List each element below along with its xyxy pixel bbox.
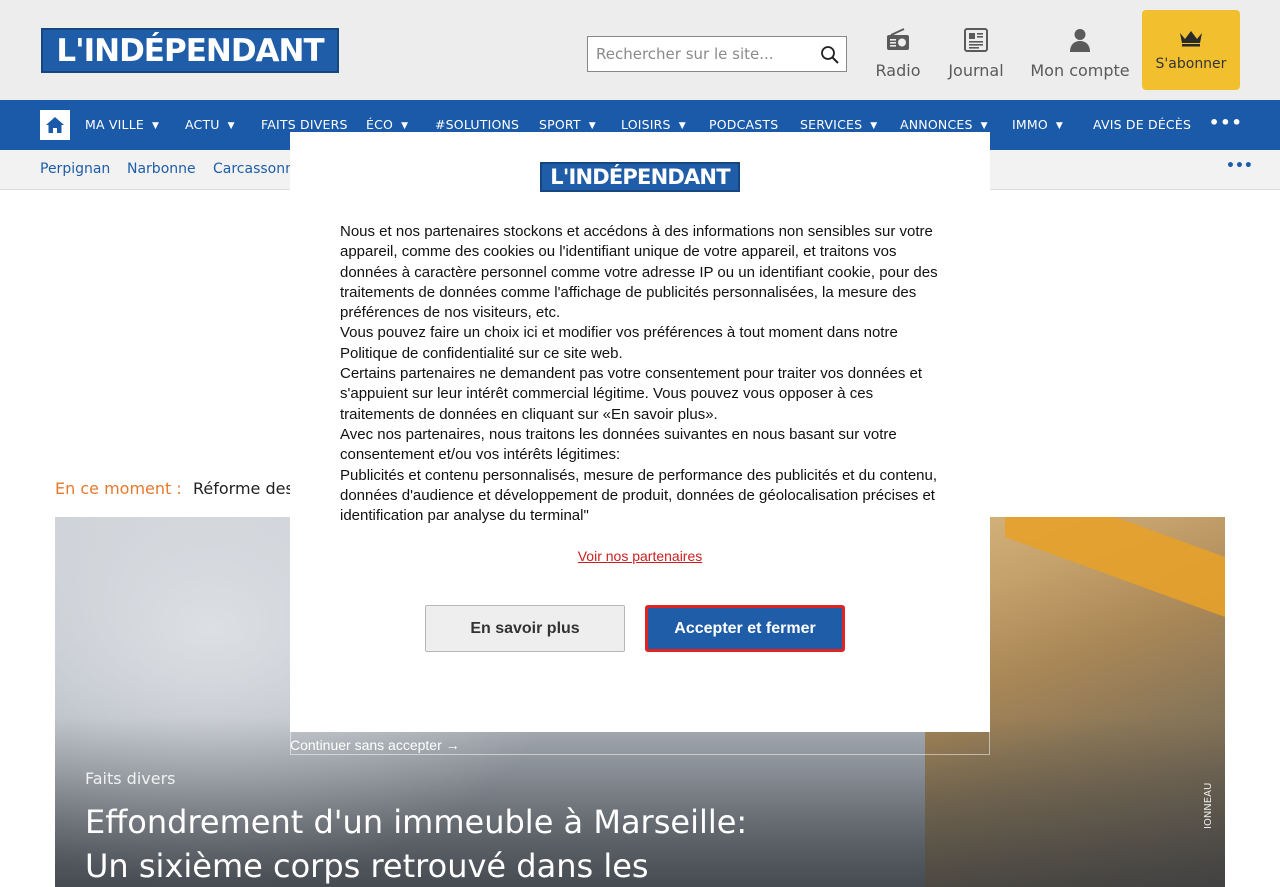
home-button[interactable] xyxy=(40,110,70,140)
nav-label: IMMO xyxy=(1012,117,1048,132)
caret-down-icon: ▼ xyxy=(870,121,878,131)
nav-item-services[interactable]: SERVICES ▼ xyxy=(800,117,877,132)
caret-down-icon: ▼ xyxy=(151,121,160,131)
search-button[interactable] xyxy=(820,45,840,65)
nav-item-podcasts[interactable]: PODCASTS xyxy=(709,117,778,132)
hero-title[interactable]: Effondrement d'un immeuble à Marseille: … xyxy=(85,800,785,887)
account-link[interactable]: Mon compte xyxy=(1030,26,1130,86)
radio-icon xyxy=(887,28,909,50)
newspaper-icon xyxy=(964,28,988,52)
search-icon xyxy=(821,46,839,64)
nav-item-annonces[interactable]: ANNONCES ▼ xyxy=(900,117,988,132)
nav-item-faits-divers[interactable]: FAITS DIVERS xyxy=(261,117,348,132)
partners-link-text[interactable]: Voir nos partenaires xyxy=(578,548,703,564)
hero-category[interactable]: Faits divers xyxy=(85,769,176,788)
nav-label: SPORT xyxy=(539,117,581,132)
consent-modal: L'INDÉPENDANT Nous et nos partenaires st… xyxy=(290,132,990,732)
nav-item-actu[interactable]: ACTU ▼ xyxy=(185,117,235,132)
learn-more-button[interactable]: En savoir plus xyxy=(425,605,625,652)
radio-link[interactable]: Radio xyxy=(875,26,921,86)
caret-down-icon: ▼ xyxy=(1055,121,1064,131)
journal-link[interactable]: Journal xyxy=(948,26,1004,86)
consent-logo: L'INDÉPENDANT xyxy=(540,162,740,192)
nav-more-icon[interactable]: ••• xyxy=(1209,113,1243,132)
nav-item-solutions[interactable]: #SOLUTIONS xyxy=(435,117,519,132)
caret-down-icon: ▼ xyxy=(227,121,235,131)
radio-label: Radio xyxy=(875,61,921,80)
trending-topic[interactable]: Réforme des xyxy=(193,479,294,498)
photo-credit: IONNEAU xyxy=(1203,782,1214,829)
crown-icon xyxy=(1180,31,1202,47)
accept-close-button[interactable]: Accepter et fermer xyxy=(645,605,845,652)
search-input[interactable] xyxy=(588,37,813,71)
site-header: L'INDÉPENDANT Radio xyxy=(0,0,1280,100)
consent-paragraph: Vous pouvez faire un choix ici et modifi… xyxy=(340,324,898,362)
journal-label: Journal xyxy=(948,61,1004,80)
caret-down-icon: ▼ xyxy=(980,121,988,131)
site-logo-text: L'INDÉPENDANT xyxy=(56,32,324,69)
consent-paragraph: Nous et nos partenaires stockons et accé… xyxy=(340,223,938,322)
consent-logo-text: L'INDÉPENDANT xyxy=(550,165,730,189)
partners-link[interactable]: Voir nos partenaires xyxy=(290,548,990,564)
subscribe-button[interactable]: S'abonner xyxy=(1142,10,1240,90)
home-icon xyxy=(46,117,64,133)
nav-label: ACTU xyxy=(185,117,220,132)
subscribe-label: S'abonner xyxy=(1155,56,1227,72)
nav-label: SERVICES xyxy=(800,117,863,132)
consent-paragraph: Avec nos partenaires, nous traitons les … xyxy=(340,425,897,464)
nav-item-avis-de-deces[interactable]: AVIS DE DÉCÈS xyxy=(1093,117,1191,132)
subnav-item-perpignan[interactable]: Perpignan xyxy=(40,161,110,177)
consent-text: Nous et nos partenaires stockons et accé… xyxy=(340,222,950,526)
user-icon xyxy=(1070,29,1090,52)
nav-label: AVIS DE DÉCÈS xyxy=(1093,117,1192,132)
caret-down-icon: ▼ xyxy=(678,121,686,131)
nav-item-sport[interactable]: SPORT ▼ xyxy=(539,117,596,132)
continue-without-accepting-link[interactable]: Continuer sans accepter → xyxy=(290,737,460,753)
account-label: Mon compte xyxy=(1030,61,1130,80)
nav-label: MA VILLE xyxy=(85,117,144,132)
nav-label: LOISIRS xyxy=(621,117,671,132)
consent-paragraph: Certains partenaires ne demandent pas vo… xyxy=(340,365,923,423)
consent-paragraph: Publicités et contenu personnalisés, mes… xyxy=(340,466,938,525)
search-box xyxy=(587,36,847,72)
caret-down-icon: ▼ xyxy=(401,121,409,131)
nav-label: FAITS DIVERS xyxy=(261,117,348,132)
nav-label: PODCASTS xyxy=(709,117,779,132)
nav-item-loisirs[interactable]: LOISIRS ▼ xyxy=(621,117,686,132)
nav-label: ÉCO xyxy=(366,117,394,132)
trending-label: En ce moment : xyxy=(55,479,182,498)
subnav-more-icon[interactable]: ••• xyxy=(1226,158,1253,174)
site-logo[interactable]: L'INDÉPENDANT xyxy=(41,28,339,73)
nav-item-eco[interactable]: ÉCO ▼ xyxy=(366,117,408,132)
subnav-item-narbonne[interactable]: Narbonne xyxy=(127,161,196,177)
nav-label: #SOLUTIONS xyxy=(435,117,520,132)
nav-label: ANNONCES xyxy=(900,117,973,132)
caret-down-icon: ▼ xyxy=(588,121,596,131)
nav-item-immo[interactable]: IMMO ▼ xyxy=(1012,117,1063,132)
nav-item-ma-ville[interactable]: MA VILLE ▼ xyxy=(85,117,159,132)
